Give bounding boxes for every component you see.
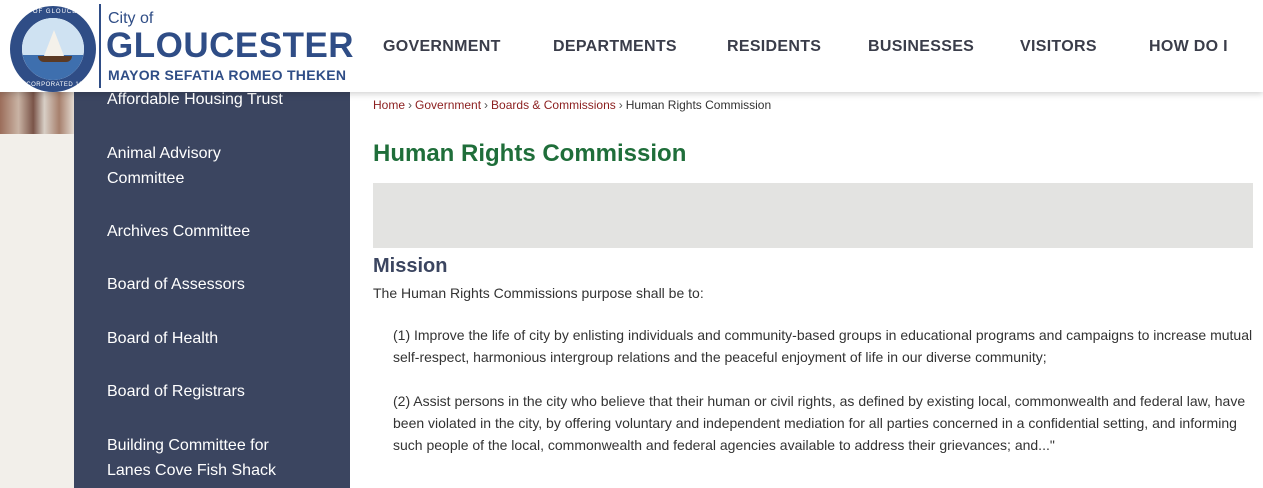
sidebar-item-building-committee[interactable]: Building Committee for Lanes Cove Fish S… <box>107 433 307 483</box>
breadcrumb-government[interactable]: Government <box>415 98 481 112</box>
mission-intro: The Human Rights Commissions purpose sha… <box>373 285 704 301</box>
breadcrumb-separator: › <box>618 98 623 112</box>
sidebar-item-archives-committee[interactable]: Archives Committee <box>107 219 337 244</box>
mission-paragraph-2: (2) Assist persons in the city who belie… <box>393 393 1246 453</box>
sidebar-item-board-of-registrars[interactable]: Board of Registrars <box>107 379 337 404</box>
nav-residents[interactable]: RESIDENTS <box>727 38 821 56</box>
nav-how-do-i[interactable]: HOW DO I <box>1149 38 1228 56</box>
sidebar-item-board-of-assessors[interactable]: Board of Assessors <box>107 272 337 297</box>
breadcrumb: Home › Government › Boards & Commissions › Hum… <box>373 98 771 112</box>
nav-visitors[interactable]: VISITORS <box>1020 38 1097 56</box>
site-header: CITY OF GLOUCESTER INCORPORATED 1873 Cit… <box>0 0 1263 92</box>
nav-businesses[interactable]: BUSINESSES <box>868 38 974 56</box>
brand-mayor-name: MAYOR SEFATIA ROMEO THEKEN <box>108 67 347 83</box>
sidebar-item-board-of-health[interactable]: Board of Health <box>107 326 337 351</box>
background-photo <box>0 92 74 134</box>
mission-paragraph-1: (1) Improve the life of city by enlistin… <box>393 327 1253 365</box>
seal-bottom-text: INCORPORATED 1873 <box>19 82 91 88</box>
breadcrumb-separator: › <box>484 98 489 112</box>
banner-placeholder <box>373 183 1253 248</box>
section-heading-mission: Mission <box>373 255 448 277</box>
breadcrumb-separator: › <box>408 98 413 112</box>
background-panel <box>0 92 74 488</box>
breadcrumb-boards[interactable]: Boards & Commissions <box>491 98 616 112</box>
page-title: Human Rights Commission <box>373 140 687 167</box>
main-nav: GOVERNMENT DEPARTMENTS RESIDENTS BUSINES… <box>0 38 1263 58</box>
breadcrumb-home[interactable]: Home <box>373 98 405 112</box>
sidebar-item-affordable-housing-trust[interactable]: Affordable Housing Trust <box>107 92 337 112</box>
sidebar-item-animal-advisory-committee[interactable]: Animal Advisory Committee <box>107 141 257 191</box>
nav-departments[interactable]: DEPARTMENTS <box>553 38 677 56</box>
nav-government[interactable]: GOVERNMENT <box>383 38 501 56</box>
seal-top-text: CITY OF GLOUCESTER <box>12 9 98 15</box>
sidebar-nav: Affordable Housing Trust Animal Advisory… <box>74 92 350 488</box>
breadcrumb-current: Human Rights Commission <box>625 98 772 112</box>
